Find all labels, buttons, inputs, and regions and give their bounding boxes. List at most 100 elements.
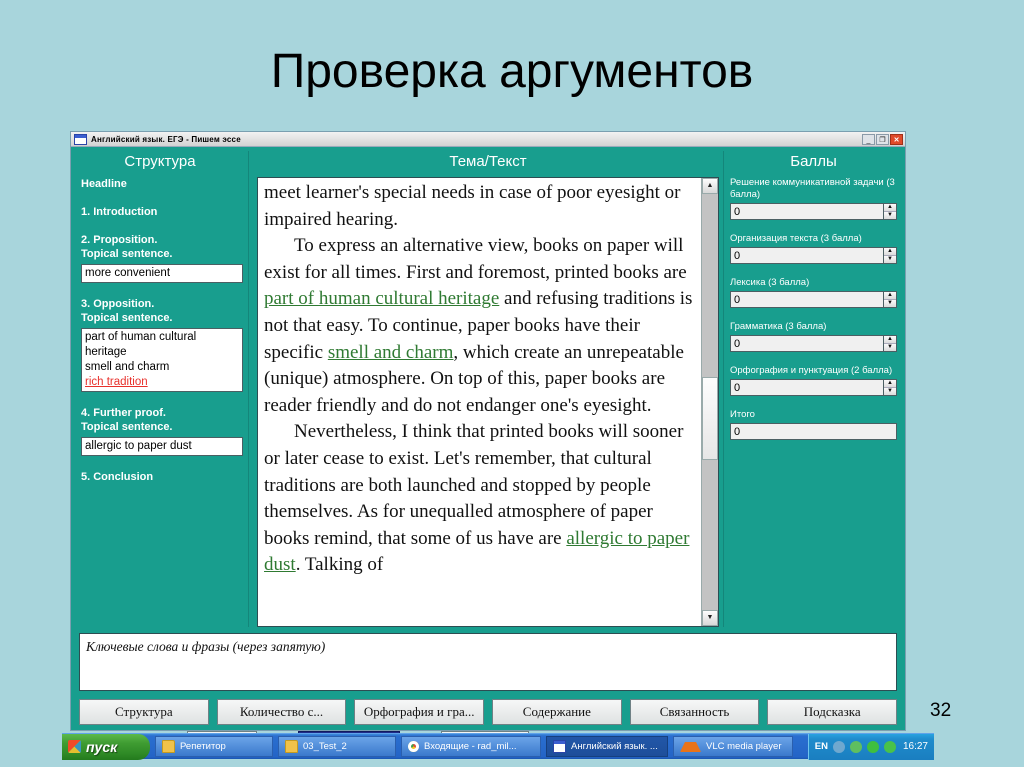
essay-text-run: To express an alternative view, books on…: [264, 235, 687, 283]
score-row-0: 0 ▲ ▼: [730, 203, 897, 220]
scroll-thumb[interactable]: [702, 377, 718, 461]
toolbar-buttons: Структура Количество с... Орфография и гра…: [79, 699, 898, 725]
start-button[interactable]: пуск: [62, 733, 150, 760]
structure-panel: Структура Headline 1. Introduction 2. Pr…: [75, 151, 249, 627]
application-window: Английский язык. ЕГЭ - Пишем эссе _ ❐ ✕ …: [70, 131, 906, 745]
score-row-3: 0 ▲ ▼: [730, 335, 897, 352]
spinner-up-icon[interactable]: ▲: [884, 336, 896, 344]
spinner-down-icon[interactable]: ▼: [884, 388, 896, 395]
score-row-5: 0: [730, 423, 897, 440]
structure-item-proposition: 2. Proposition.: [81, 234, 158, 246]
toolbar-button-1[interactable]: Количество с...: [216, 699, 347, 725]
structure-item-further-proof-sub: Topical sentence.: [81, 421, 173, 433]
score-spinner-4[interactable]: ▲ ▼: [884, 379, 897, 396]
taskbar-item-label: VLC media player: [706, 741, 782, 752]
essay-vertical-scrollbar[interactable]: ▲ ▼: [701, 178, 718, 626]
essay-paragraph: Nevertheless, I think that printed books…: [264, 419, 695, 579]
keyword-item-flagged: rich tradition: [85, 376, 148, 388]
taskbar-item-4[interactable]: VLC media player: [673, 736, 793, 757]
proposition-keywords-box[interactable]: more convenient: [81, 264, 243, 283]
windows-flag-icon: [68, 740, 81, 753]
essay-text-content[interactable]: meet learner's special needs in case of …: [258, 178, 701, 626]
taskbar-item-label: 03_Test_2: [303, 741, 347, 752]
system-tray: EN 16:27: [807, 733, 934, 760]
minimize-button[interactable]: _: [862, 133, 875, 145]
structure-item-introduction: 1. Introduction: [81, 206, 158, 218]
score-label-0: Решение коммуникативной задачи (3 балла): [730, 177, 895, 200]
tray-antivirus-icon[interactable]: [866, 740, 879, 753]
essay-panel-header: Тема/Текст: [449, 153, 527, 170]
window-icon: [74, 133, 87, 145]
keyword-item: part of human cultural: [85, 331, 197, 343]
opposition-keywords-box[interactable]: part of human cultural heritage smell an…: [81, 328, 243, 392]
toolbar-button-3[interactable]: Содержание: [492, 699, 622, 725]
start-button-label: пуск: [86, 738, 118, 755]
scores-panel-header: Баллы: [790, 153, 837, 170]
spinner-down-icon[interactable]: ▼: [884, 344, 896, 351]
tray-update-icon[interactable]: [883, 740, 896, 753]
taskbar-item-label: Репетитор: [180, 741, 226, 752]
score-input-3[interactable]: 0: [730, 335, 884, 352]
spinner-down-icon[interactable]: ▼: [884, 300, 896, 307]
score-row-4: 0 ▲ ▼: [730, 379, 897, 396]
structure-item-headline: Headline: [81, 178, 127, 190]
essay-text-area[interactable]: meet learner's special needs in case of …: [257, 177, 719, 627]
taskbar-item-0[interactable]: Репетитор: [155, 736, 273, 757]
spinner-up-icon[interactable]: ▲: [884, 204, 896, 212]
score-label-2: Лексика (3 балла): [730, 277, 810, 288]
spinner-up-icon[interactable]: ▲: [884, 292, 896, 300]
taskbar-item-3[interactable]: Английский язык. ...: [546, 736, 668, 757]
score-input-4[interactable]: 0: [730, 379, 884, 396]
keywords-input[interactable]: Ключевые слова и фразы (через запятую): [79, 633, 897, 691]
taskbar-item-1[interactable]: 03_Test_2: [278, 736, 396, 757]
spinner-up-icon[interactable]: ▲: [884, 380, 896, 388]
score-input-0[interactable]: 0: [730, 203, 884, 220]
folder-icon: [285, 740, 298, 753]
taskbar-item-2[interactable]: Входящие - rad_mil...: [401, 736, 541, 757]
score-row-1: 0 ▲ ▼: [730, 247, 897, 264]
score-spinner-0[interactable]: ▲ ▼: [884, 203, 897, 220]
spinner-down-icon[interactable]: ▼: [884, 256, 896, 263]
windows-taskbar: пуск Репетитор 03_Test_2 Входящие - rad_mi…: [62, 733, 934, 760]
keyword-item: smell and charm: [85, 361, 170, 373]
structure-item-proposition-sub: Topical sentence.: [81, 248, 173, 260]
scroll-down-arrow-icon[interactable]: ▼: [702, 610, 718, 626]
toolbar-button-5[interactable]: Подсказка: [767, 699, 898, 725]
keyword-item: more convenient: [85, 267, 171, 279]
score-label-1: Организация текста (3 балла): [730, 233, 862, 244]
taskbar-clock[interactable]: 16:27: [903, 741, 928, 752]
score-label-4: Орфография и пунктуация (2 балла): [730, 365, 893, 376]
tray-network-icon[interactable]: [849, 740, 862, 753]
score-input-1[interactable]: 0: [730, 247, 884, 264]
spinner-up-icon[interactable]: ▲: [884, 248, 896, 256]
scroll-up-arrow-icon[interactable]: ▲: [702, 178, 718, 194]
window-icon: [553, 740, 566, 753]
essay-text-run: . Talking of: [295, 554, 384, 576]
scroll-track[interactable]: [702, 194, 718, 610]
keywords-placeholder: Ключевые слова и фразы (через запятую): [86, 639, 326, 654]
folder-icon: [162, 740, 175, 753]
taskbar-item-label: Английский язык. ...: [571, 741, 658, 752]
essay-paragraph: meet learner's special needs in case of …: [264, 180, 695, 233]
essay-highlighted-phrase: part of human cultural heritage: [264, 288, 500, 310]
further-proof-keywords-box[interactable]: allergic to paper dust: [81, 437, 243, 456]
tray-shield-icon[interactable]: [832, 740, 845, 753]
window-title-bar[interactable]: Английский язык. ЕГЭ - Пишем эссе _ ❐ ✕: [71, 132, 905, 147]
score-spinner-3[interactable]: ▲ ▼: [884, 335, 897, 352]
toolbar-button-2[interactable]: Орфография и гра...: [354, 699, 485, 725]
score-spinner-1[interactable]: ▲ ▼: [884, 247, 897, 264]
window-body: Структура Headline 1. Introduction 2. Pr…: [71, 147, 905, 627]
taskbar-items: Репетитор 03_Test_2 Входящие - rad_mil... А…: [150, 736, 793, 757]
toolbar-button-0[interactable]: Структура: [79, 699, 209, 725]
toolbar-button-4[interactable]: Связанность: [629, 699, 760, 725]
close-button[interactable]: ✕: [890, 133, 903, 145]
spinner-down-icon[interactable]: ▼: [884, 212, 896, 219]
essay-panel: Тема/Текст meet learner's special needs …: [249, 151, 723, 627]
maximize-button[interactable]: ❐: [876, 133, 889, 145]
score-input-5[interactable]: 0: [730, 423, 897, 440]
score-spinner-2[interactable]: ▲ ▼: [884, 291, 897, 308]
language-indicator[interactable]: EN: [815, 741, 828, 752]
score-input-2[interactable]: 0: [730, 291, 884, 308]
